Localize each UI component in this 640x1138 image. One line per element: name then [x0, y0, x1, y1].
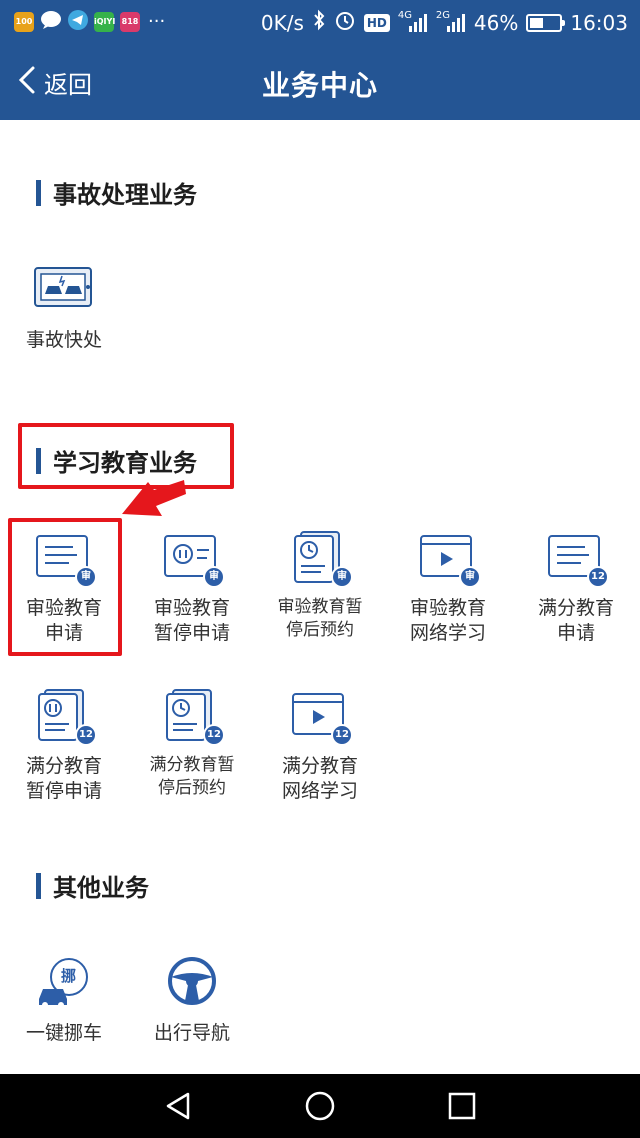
status-notification-icons: 100 iQIYI 818 ···: [14, 10, 165, 34]
tile-review-edu-online[interactable]: 审 审验教育 网络学习: [384, 530, 512, 646]
tile-label: 满分教育 暂停申请: [25, 755, 102, 802]
badge: 12: [587, 566, 609, 588]
move-car-glyph: 挪: [61, 967, 77, 985]
badge: 12: [331, 724, 353, 746]
badge: 审: [331, 566, 353, 588]
title-bar: 返回 业务中心: [0, 44, 640, 120]
status-bar: 100 iQIYI 818 ··· 0K/s HD 4G 2G 46% 16:0…: [0, 0, 640, 44]
tile-label: 审验教育 网络学习: [409, 597, 486, 644]
triangle-back-icon: [166, 1092, 190, 1120]
system-recents-button[interactable]: [446, 1090, 478, 1122]
tile-full-score-edu-pause[interactable]: 12 满分教育 暂停申请: [0, 688, 128, 804]
pause-icon: 12: [33, 688, 97, 746]
tile-label: 审验教育 暂停申请: [153, 597, 230, 644]
tile-full-score-edu-apply[interactable]: 12 满分教育 申请: [512, 530, 640, 646]
more-notifications-icon: ···: [148, 11, 166, 32]
badge: 审: [203, 566, 225, 588]
move-car-icon: 挪: [33, 955, 95, 1011]
section-other-header: 其他业务: [36, 868, 149, 903]
telegram-icon: [68, 10, 88, 34]
annotation-highlight-tile: [8, 518, 122, 656]
square-recents-icon: [448, 1092, 476, 1120]
annotation-arrow-icon: [122, 480, 186, 516]
badge: 审: [459, 566, 481, 588]
badge: 12: [203, 724, 225, 746]
section-marker: [36, 872, 41, 899]
battery-icon: [526, 14, 566, 32]
tile-label: 满分教育暂 停后预约: [149, 755, 235, 798]
section-title: 事故处理业务: [53, 181, 197, 209]
tile-label: 满分教育 申请: [537, 597, 614, 644]
section-marker: [36, 179, 41, 206]
tile-review-edu-pause[interactable]: 审 审验教育 暂停申请: [128, 530, 256, 646]
tile-review-edu-reserve[interactable]: 审 审验教育暂 停后预约: [256, 530, 384, 642]
circle-home-icon: [305, 1091, 335, 1121]
battery-percent: 46%: [473, 11, 519, 35]
tile-accident-quick[interactable]: 事故快处: [0, 262, 128, 353]
document-icon: 12: [545, 530, 609, 588]
alarm-icon: [334, 9, 356, 37]
section-title: 其他业务: [53, 874, 149, 902]
hd-icon: HD: [363, 14, 390, 32]
chat-bubble-icon: [40, 10, 62, 34]
badge: 12: [75, 724, 97, 746]
system-nav-bar: [0, 1074, 640, 1138]
tile-label: 审验教育暂 停后预约: [277, 597, 363, 640]
system-home-button[interactable]: [304, 1090, 336, 1122]
section-accident-header: 事故处理业务: [36, 175, 197, 210]
video-icon: 审: [417, 530, 481, 588]
pause-icon: 审: [161, 530, 225, 588]
tile-move-car[interactable]: 挪 一键挪车: [0, 955, 128, 1046]
app-818-icon: 818: [120, 12, 140, 32]
tile-full-score-edu-online[interactable]: 12 满分教育 网络学习: [256, 688, 384, 804]
accident-icon: [33, 262, 95, 318]
status-indicators: 0K/s HD 4G 2G 46% 16:03: [261, 9, 628, 37]
video-icon: 12: [289, 688, 353, 746]
tile-label: 一键挪车: [25, 1022, 102, 1044]
net-speed: 0K/s: [260, 11, 304, 35]
bluetooth-icon: [312, 9, 326, 37]
tile-label: 满分教育 网络学习: [281, 755, 358, 802]
page-title: 业务中心: [261, 69, 378, 102]
app-100-icon: 100: [14, 12, 34, 32]
steering-wheel-icon: [161, 955, 223, 1011]
system-back-button[interactable]: [162, 1090, 194, 1122]
tile-navigation[interactable]: 出行导航: [128, 955, 256, 1046]
tile-label: 出行导航: [153, 1022, 230, 1044]
clock-icon: 12: [161, 688, 225, 746]
tile-full-score-edu-reserve[interactable]: 12 满分教育暂 停后预约: [128, 688, 256, 800]
iqiyi-icon: iQIYI: [94, 12, 115, 32]
clock: 16:03: [570, 11, 628, 35]
signal-4g-icon: 4G: [398, 11, 428, 34]
tile-label: 事故快处: [25, 329, 102, 351]
signal-2g-icon: 2G: [436, 11, 466, 34]
clock-icon: 审: [289, 530, 353, 588]
